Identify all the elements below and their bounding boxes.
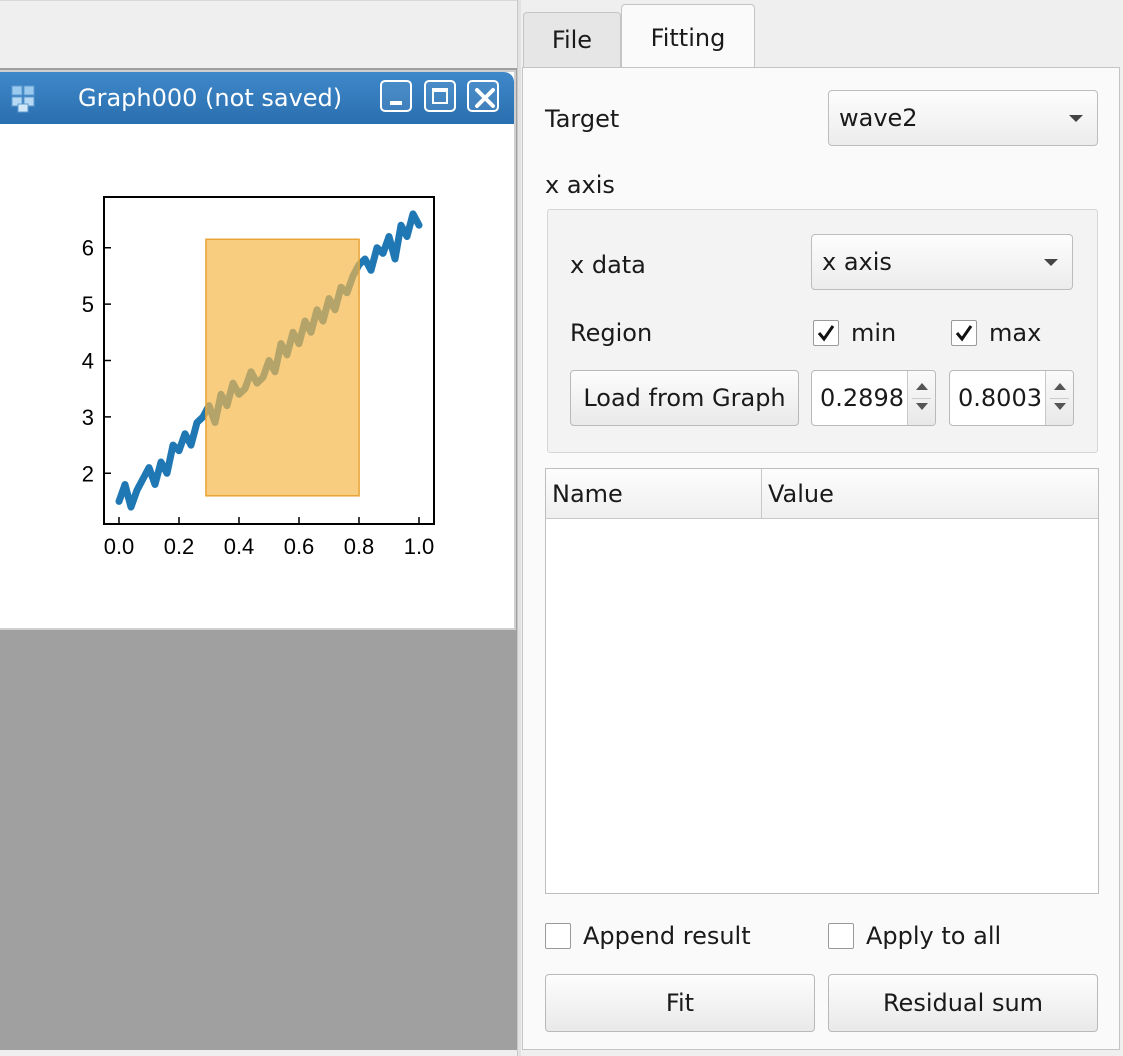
- spin-down-icon[interactable]: [916, 403, 928, 410]
- tab-fitting[interactable]: Fitting: [621, 4, 755, 68]
- panel-splitter[interactable]: [517, 0, 521, 1056]
- x-axis-groupbox: x data x axis Region min max Load from G…: [547, 209, 1098, 453]
- y-tick-label: 5: [82, 292, 94, 317]
- graph-subwindow[interactable]: Graph000 (not saved) 0.0 0.2 0.4 0.6 0.8 1.0 2…: [0, 70, 516, 630]
- y-tick-label: 4: [82, 349, 94, 374]
- tab-bar: File Fitting: [521, 0, 1123, 68]
- chevron-down-icon: [1044, 259, 1058, 266]
- target-label: Target: [545, 105, 620, 133]
- region-label: Region: [570, 319, 653, 347]
- region-min-value: 0.2898: [820, 384, 904, 412]
- x-tick-label: 0.0: [104, 534, 135, 559]
- x-data-combobox-value: x axis: [822, 248, 892, 276]
- x-tick-label: 0.8: [344, 534, 375, 559]
- graph-canvas[interactable]: 0.0 0.2 0.4 0.6 0.8 1.0 2 3 4 5 6: [0, 124, 514, 628]
- region-max-spinbox[interactable]: 0.8003: [949, 370, 1074, 426]
- checkmark-icon: [955, 325, 973, 342]
- region-max-value: 0.8003: [958, 384, 1042, 412]
- cube-stack-icon: [11, 85, 35, 113]
- append-result-checkbox[interactable]: [545, 923, 571, 949]
- x-axis-section-title: x axis: [545, 171, 615, 199]
- maximize-button[interactable]: [424, 80, 456, 112]
- tab-file[interactable]: File: [523, 12, 621, 68]
- x-data-label: x data: [570, 251, 646, 279]
- fit-button[interactable]: Fit: [545, 974, 815, 1032]
- checkmark-icon: [817, 325, 835, 342]
- fit-region-overlay[interactable]: [205, 238, 360, 497]
- x-tick-label: 0.6: [284, 534, 315, 559]
- spin-up-icon[interactable]: [916, 383, 928, 390]
- target-combobox[interactable]: wave2: [828, 90, 1098, 146]
- min-checkbox-label[interactable]: min: [851, 318, 896, 348]
- column-header-value[interactable]: Value: [762, 469, 1098, 519]
- close-icon: [475, 88, 495, 108]
- line-chart[interactable]: 0.0 0.2 0.4 0.6 0.8 1.0 2 3 4 5 6: [0, 124, 514, 628]
- x-data-combobox[interactable]: x axis: [811, 234, 1073, 290]
- region-min-stepper[interactable]: [907, 371, 935, 425]
- max-checkbox-label[interactable]: max: [989, 318, 1041, 348]
- apply-to-all-checkbox[interactable]: [828, 923, 854, 949]
- apply-to-all-label[interactable]: Apply to all: [866, 921, 1001, 951]
- y-tick-label: 6: [82, 236, 94, 261]
- load-from-graph-button[interactable]: Load from Graph: [570, 370, 799, 426]
- fitting-panel: Target wave2 x axis x data x axis Region…: [522, 67, 1120, 1050]
- spin-down-icon[interactable]: [1054, 403, 1066, 410]
- region-min-spinbox[interactable]: 0.2898: [811, 370, 936, 426]
- close-button[interactable]: [467, 80, 499, 112]
- residual-sum-button[interactable]: Residual sum: [828, 974, 1098, 1032]
- min-checkbox[interactable]: [813, 320, 839, 346]
- graph-window-titlebar[interactable]: Graph000 (not saved): [0, 72, 514, 124]
- column-header-name[interactable]: Name: [546, 469, 762, 519]
- region-max-stepper[interactable]: [1045, 371, 1073, 425]
- target-combobox-value: wave2: [839, 104, 918, 132]
- left-top-strip: [0, 0, 517, 68]
- minimize-button[interactable]: [380, 80, 412, 112]
- graph-window-title: Graph000 (not saved): [78, 84, 343, 112]
- parameter-table[interactable]: Name Value: [545, 468, 1099, 894]
- max-checkbox[interactable]: [951, 320, 977, 346]
- chevron-down-icon: [1069, 115, 1083, 122]
- spin-up-icon[interactable]: [1054, 383, 1066, 390]
- y-tick-label: 3: [82, 405, 94, 430]
- x-tick-label: 1.0: [404, 534, 435, 559]
- y-tick-label: 2: [82, 461, 94, 486]
- x-tick-label: 0.4: [224, 534, 255, 559]
- table-header: Name Value: [546, 469, 1098, 519]
- append-result-label[interactable]: Append result: [583, 921, 751, 951]
- x-tick-label: 0.2: [164, 534, 195, 559]
